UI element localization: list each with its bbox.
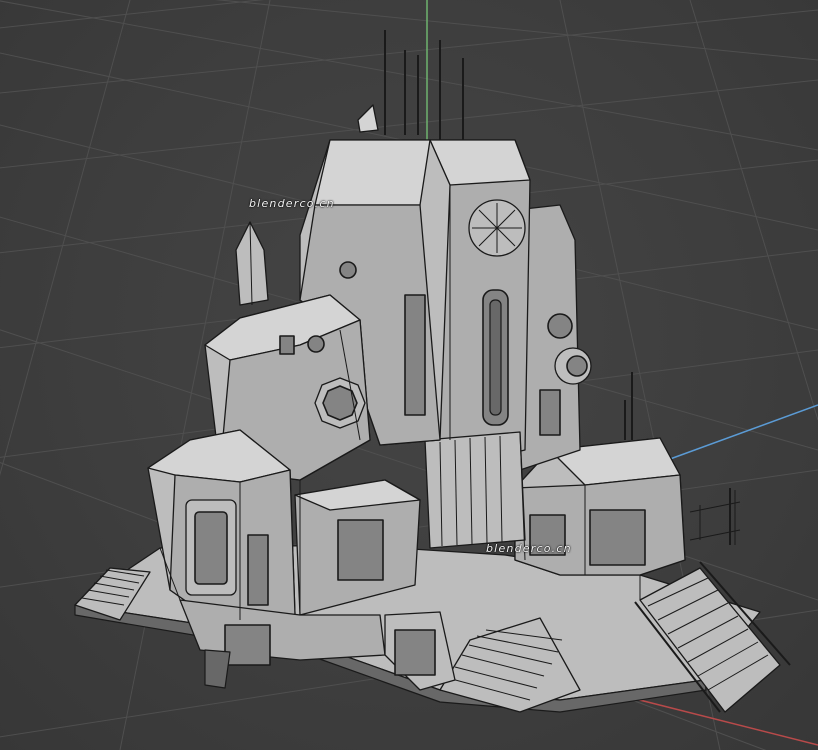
3d-viewport[interactable]: blenderco.cn blenderco.cn bbox=[0, 0, 818, 750]
scifi-building-model[interactable] bbox=[0, 0, 818, 750]
watermark-text: blenderco.cn bbox=[486, 542, 572, 555]
watermark-text: blenderco.cn bbox=[249, 197, 335, 210]
